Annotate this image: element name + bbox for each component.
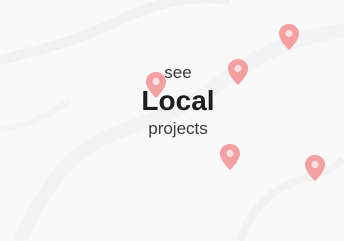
card-label-local: Local (141, 85, 215, 116)
card-label-projects: projects (148, 119, 208, 138)
map-pin-icon (305, 155, 325, 181)
card-label: see Local projects (0, 62, 344, 140)
card-label-see: see (164, 63, 192, 82)
map-pin-icon (220, 144, 240, 170)
local-projects-card[interactable]: see Local projects (0, 0, 344, 241)
map-pin-icon (279, 24, 299, 50)
